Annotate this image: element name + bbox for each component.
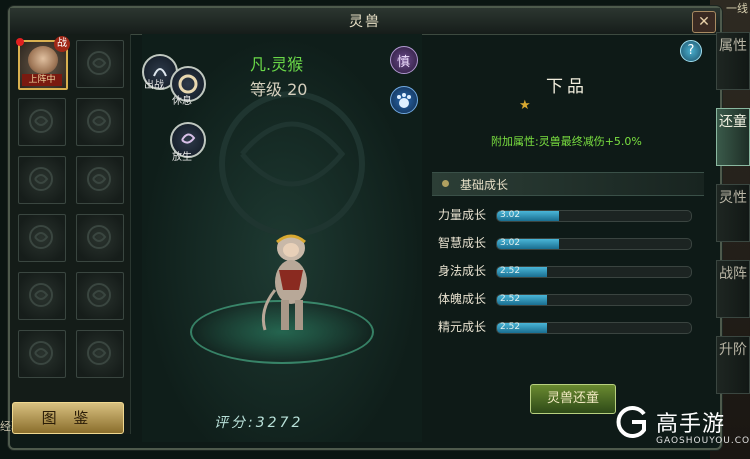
gaoshouyou-logo-icon (616, 406, 646, 438)
window-title: 灵兽 (349, 14, 381, 30)
section-bullet-icon (442, 180, 449, 187)
dragon-emblem-icon (29, 225, 53, 249)
pet-slot-empty[interactable] (76, 272, 124, 320)
pet-slot-empty[interactable] (18, 330, 66, 378)
stat-value: 2.52 (500, 294, 521, 304)
pet-list: 战 上阵中 (10, 34, 131, 434)
tab-ascend[interactable]: 升阶 (716, 336, 750, 394)
stat-row-agility: 身法成长 2.52 (438, 264, 698, 278)
dragon-emblem-icon (29, 167, 53, 191)
stat-value: 2.52 (500, 322, 521, 332)
close-button[interactable]: ✕ (692, 11, 716, 33)
paw-glyph (397, 93, 411, 108)
dragon-emblem-icon (87, 341, 111, 365)
stat-bar (496, 266, 692, 278)
watermark-url: GAOSHOUYOU.COM (656, 436, 750, 446)
caution-seal-text: 慎 (397, 55, 411, 70)
stat-row-essence: 精元成长 2.52 (438, 320, 698, 334)
stat-bar (496, 210, 692, 222)
stat-label: 智慧成长 (438, 236, 487, 250)
tab-return-youth[interactable]: 还童 (716, 108, 750, 166)
pet-slot-empty[interactable] (76, 214, 124, 262)
stat-row-wisdom: 智慧成长 3.02 (438, 236, 698, 250)
release-label: 放生 (172, 152, 192, 163)
battle-tag: 战 (54, 36, 70, 52)
additional-attribute: 附加属性:灵兽最终减伤+5.0% (491, 135, 642, 148)
rest-label: 休息 (172, 96, 192, 107)
pet-score: 评分:3272 (214, 415, 304, 431)
pet-slot-empty[interactable] (18, 272, 66, 320)
dragon-emblem-icon (29, 283, 53, 307)
codex-button[interactable]: 图 鉴 (12, 402, 124, 434)
growth-section-header: 基础成长 (432, 172, 704, 196)
stat-row-physique: 体魄成长 2.52 (438, 292, 698, 306)
pet-slot-empty[interactable] (18, 98, 66, 146)
pet-slot-empty[interactable] (76, 156, 124, 204)
stat-row-strength: 力量成长 3.02 (438, 208, 698, 222)
pet-slot-empty[interactable] (76, 98, 124, 146)
watermark-name: 高手游 (656, 412, 726, 437)
monkey-pet-figure (261, 234, 307, 331)
stat-label: 身法成长 (438, 264, 487, 278)
caution-seal-icon[interactable]: 慎 (390, 46, 418, 74)
stat-bar (496, 322, 692, 334)
pet-slot-empty[interactable] (18, 156, 66, 204)
dragon-emblem-icon (87, 51, 111, 75)
dragon-emblem-icon (29, 109, 53, 133)
pet-level: 等级 20 (250, 80, 308, 99)
deploy-label: 出战 (144, 80, 164, 91)
pet-name: 凡.灵猴 (250, 55, 304, 74)
stat-value: 3.02 (500, 210, 521, 220)
dragon-emblem-icon (29, 341, 53, 365)
pet-slot-empty[interactable] (76, 330, 124, 378)
stat-value: 2.52 (500, 266, 521, 276)
dragon-emblem-icon (87, 283, 111, 307)
active-status-label: 上阵中 (22, 74, 62, 86)
stat-bar (496, 238, 692, 250)
dragon-emblem-icon (87, 167, 111, 191)
notification-dot (16, 38, 24, 46)
pet-slot-empty[interactable] (18, 214, 66, 262)
pet-slot-empty[interactable] (76, 40, 124, 88)
dragon-emblem-icon (87, 109, 111, 133)
pet-slot-active[interactable]: 战 上阵中 (16, 36, 70, 90)
tab-spirit[interactable]: 灵性 (716, 184, 750, 242)
stat-label: 力量成长 (438, 208, 487, 222)
help-button[interactable]: ? (680, 40, 702, 62)
grade-star-icon: ★ (519, 98, 531, 113)
stat-bar (496, 294, 692, 306)
growth-section-title: 基础成长 (460, 178, 509, 192)
pet-avatar (28, 46, 58, 74)
tab-attributes[interactable]: 属性 (716, 32, 750, 90)
stat-label: 体魄成长 (438, 292, 487, 306)
stat-value: 3.02 (500, 238, 521, 248)
return-to-youth-button[interactable]: 灵兽还童 (530, 384, 616, 414)
stat-label: 精元成长 (438, 320, 487, 334)
tab-formation[interactable]: 战阵 (716, 260, 750, 318)
top-right-text: 一线 (726, 2, 748, 15)
dragon-emblem-icon (87, 225, 111, 249)
title-bar: 灵兽 ✕ (10, 8, 720, 35)
pet-grade: 下品 (546, 77, 588, 97)
paw-icon[interactable] (390, 86, 418, 114)
